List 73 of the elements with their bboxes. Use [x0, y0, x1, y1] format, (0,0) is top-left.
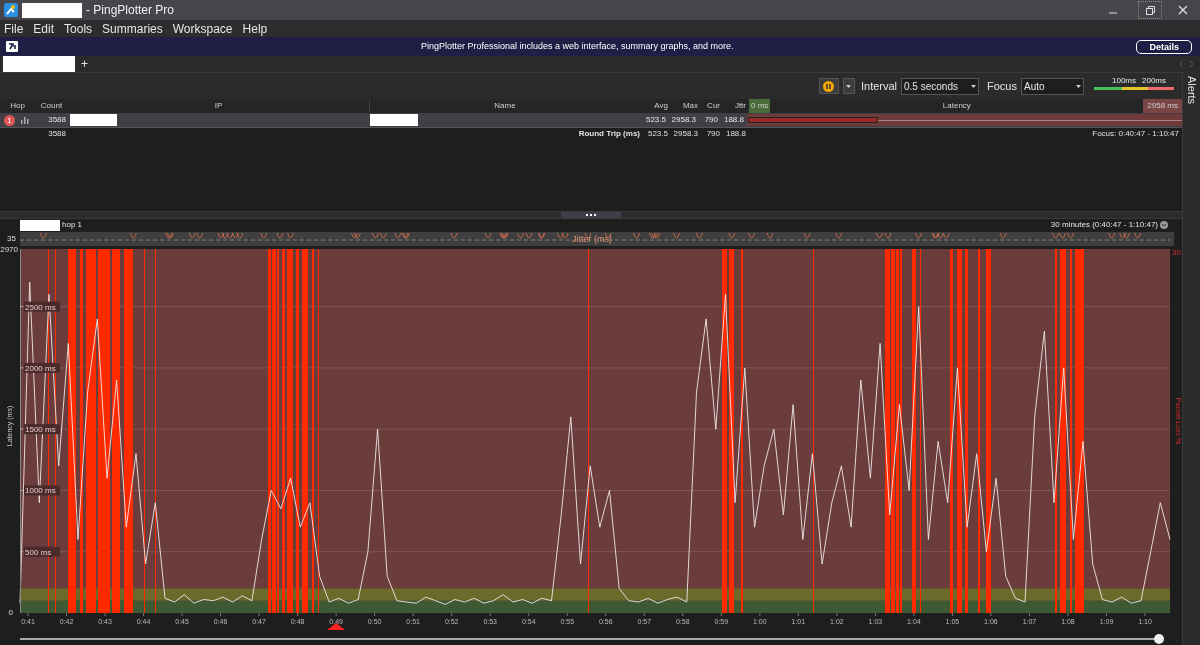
menu-item[interactable]: Summaries: [102, 19, 163, 38]
time-marker-icon[interactable]: [327, 623, 346, 630]
table-cell-text: 523.5: [644, 114, 666, 126]
redacted-block: [20, 219, 60, 231]
dropdown-button[interactable]: [842, 78, 855, 94]
column-header[interactable]: IP: [68, 100, 370, 112]
y-tick-label: 500 ms: [25, 547, 52, 557]
latency-min-label: 0 ms: [749, 99, 771, 113]
splitter-handle[interactable]: [561, 212, 621, 218]
slider-thumb[interactable]: [1154, 634, 1164, 644]
y-axis-min: 0: [8, 608, 13, 617]
restore-button[interactable]: [1138, 1, 1162, 19]
jitter-label: Jitter (ms): [572, 234, 612, 244]
jitter-axis-label: 35: [7, 234, 16, 243]
alerts-tab[interactable]: Alerts: [1183, 76, 1200, 105]
count-cell-text: 3588: [47, 128, 66, 140]
window-title: - PingPlotter Pro: [86, 2, 175, 19]
banner-text: PingPlotter Professional includes a web interface, summary graphs, and more.: [420, 39, 734, 53]
scale-label: 100ms: [1112, 76, 1136, 85]
pause-button[interactable]: [818, 78, 839, 94]
y-tick-label: 2000 ms: [25, 363, 56, 373]
column-header[interactable]: Count: [35, 100, 68, 112]
column-header[interactable]: Name: [370, 100, 640, 112]
hop-row[interactable]: 1 3588 523.5 2958.3 790 188.8: [0, 113, 1182, 127]
focus-label: Focus: [987, 78, 1017, 94]
y-tick-label: 2500 ms: [25, 302, 56, 312]
table-cell-text: 790: [703, 114, 718, 126]
table-cell-text: 790: [705, 128, 720, 140]
menu-item[interactable]: Tools: [64, 19, 93, 38]
table-cell-text: 188.8: [722, 114, 744, 126]
redacted-block: [22, 2, 82, 18]
y-tick-label: 1000 ms: [25, 486, 56, 496]
count-cell-text: 3588: [47, 114, 66, 126]
bar-chart-icon[interactable]: [21, 116, 29, 124]
column-header[interactable]: Cur: [698, 100, 720, 112]
graph-title: hop 1: [62, 219, 83, 231]
y-axis-max: 2970: [0, 245, 18, 254]
table-cell-text: 523.5: [646, 128, 668, 140]
menu-item[interactable]: Help: [242, 19, 268, 38]
loss-axis-max: 30: [1172, 248, 1181, 257]
menu-item[interactable]: File: [4, 19, 24, 38]
table-cell-text: 2958.3: [672, 128, 698, 140]
time-range-text: 30 minutes (0:40:47 - 1:10:47): [1050, 219, 1158, 231]
caret-icon: [1076, 84, 1081, 88]
column-header[interactable]: Jttr: [720, 100, 746, 112]
focus-select[interactable]: Auto: [1021, 77, 1084, 95]
menu-item[interactable]: Edit: [33, 19, 55, 38]
menu-item[interactable]: Workspace: [172, 19, 233, 38]
column-header[interactable]: Hop: [0, 100, 35, 112]
summary-label: Round Trip (ms): [577, 128, 640, 140]
chevron-icon[interactable]: [1160, 221, 1168, 229]
add-tab-button[interactable]: +: [81, 57, 88, 71]
app-icon: [4, 3, 18, 17]
scale-label: 200ms: [1142, 76, 1167, 85]
hop-number: 1: [4, 114, 15, 126]
restore-icon: [1145, 5, 1155, 15]
interval-label: Interval: [860, 78, 898, 94]
y-tick-label: 1500 ms: [25, 425, 56, 435]
table-cell-text: 188.8: [724, 128, 746, 140]
latency-max-label: 2958 ms: [1143, 99, 1182, 113]
caret-icon: [971, 84, 977, 88]
table-cell-text: 2958.3: [670, 114, 696, 126]
interval-select[interactable]: 0.5 seconds: [901, 77, 980, 95]
column-header[interactable]: Max: [668, 100, 698, 112]
details-button[interactable]: Details: [1136, 39, 1192, 54]
redacted-block: [370, 114, 418, 126]
focus-range-text: Focus: 0:40:47 - 1:10:47: [1092, 128, 1179, 140]
close-icon[interactable]: [1178, 5, 1188, 15]
caret-icon: [846, 84, 852, 88]
redacted-block: [70, 114, 117, 126]
column-header[interactable]: Latency: [770, 100, 1144, 112]
logo-icon: [6, 41, 18, 52]
column-header[interactable]: Avg: [640, 100, 668, 112]
